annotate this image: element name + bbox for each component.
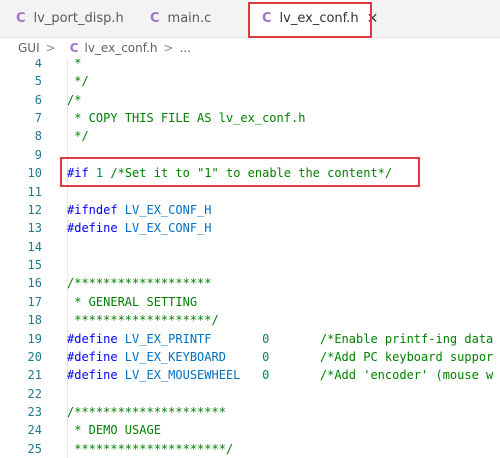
code-token-pre: #define (67, 221, 118, 236)
code-line[interactable]: 20 #define LV_EX_KEYBOARD 0 /*Add PC keyb… (0, 348, 500, 366)
tab-label: lv_port_disp.h (33, 11, 124, 26)
line-code: *********************/ (67, 440, 233, 458)
line-number: 6 (34, 92, 42, 107)
line-number: 15 (27, 258, 42, 273)
line-number: 20 (27, 349, 42, 364)
line-number: 13 (27, 221, 42, 236)
code-line[interactable]: 8 */ (0, 127, 500, 145)
line-number: 11 (27, 184, 42, 199)
c-file-icon: C (16, 11, 26, 26)
breadcrumb-folder[interactable]: GUI (18, 41, 40, 55)
code-token-mac: LV_EX_CONF_H (117, 202, 212, 217)
code-token-comment: /*Enable printf-ing data (269, 331, 494, 346)
code-token-mac: LV_EX_MOUSEWHEEL (117, 368, 263, 383)
code-line[interactable]: 24 * DEMO USAGE (0, 421, 500, 439)
line-number: 17 (27, 294, 42, 309)
code-token-pre: #define (67, 331, 118, 346)
breadcrumb-separator: > (163, 41, 174, 55)
line-number: 23 (27, 405, 42, 420)
code-line[interactable]: 6 /* (0, 91, 500, 109)
breadcrumb-file[interactable]: lv_ex_conf.h (85, 41, 158, 55)
highlight-box-line-10 (60, 157, 420, 187)
line-code: */ (67, 127, 89, 145)
line-number: 5 (34, 74, 42, 89)
code-token-text: * DEMO USAGE (67, 423, 161, 438)
line-code: #define LV_EX_PRINTF 0 /*Enable printf-i… (67, 330, 493, 348)
code-line[interactable]: 13 #define LV_EX_CONF_H (0, 219, 500, 237)
c-file-icon: C (69, 41, 79, 55)
line-number: 10 (27, 166, 42, 181)
line-number: 18 (27, 313, 42, 328)
line-code: #define LV_EX_CONF_H (67, 219, 212, 237)
code-token-text: * (67, 59, 82, 70)
line-number: 7 (34, 111, 42, 126)
code-token-mac: LV_EX_CONF_H (117, 221, 212, 236)
code-token-text: */ (67, 129, 89, 144)
line-code: * (67, 59, 81, 72)
code-line[interactable]: 21 #define LV_EX_MOUSEWHEEL 0 /*Add 'enco… (0, 366, 500, 384)
line-number: 22 (27, 386, 42, 401)
code-token-mac: LV_EX_KEYBOARD (117, 349, 263, 364)
line-number: 16 (27, 276, 42, 291)
line-code: * DEMO USAGE (67, 421, 161, 439)
code-line[interactable]: 19 #define LV_EX_PRINTF 0 /*Enable printf… (0, 330, 500, 348)
line-number: 24 (27, 423, 42, 438)
code-line[interactable]: 7 * COPY THIS FILE AS lv_ex_conf.h (0, 109, 500, 127)
line-code: * COPY THIS FILE AS lv_ex_conf.h (67, 109, 305, 127)
c-file-icon: C (150, 11, 160, 26)
line-code: /******************* (67, 274, 212, 292)
code-token-comment: /*Add 'encoder' (mouse w (269, 368, 494, 383)
code-line[interactable]: 23 /********************* (0, 403, 500, 421)
line-code: /********************* (67, 403, 226, 421)
code-line[interactable]: 17 * GENERAL SETTING (0, 293, 500, 311)
code-token-text: /********************* (67, 405, 226, 420)
line-code: #define LV_EX_MOUSEWHEEL 0 /*Add 'encode… (67, 366, 493, 384)
code-token-text: *******************/ (67, 313, 219, 328)
code-token-text: */ (67, 74, 89, 89)
tab-label: main.c (167, 11, 212, 26)
code-token-text: /* (67, 92, 82, 107)
code-line[interactable]: 18 *******************/ (0, 311, 500, 329)
code-line[interactable]: 4 * (0, 59, 500, 72)
tab-main-c[interactable]: C main.c (140, 0, 248, 37)
tab-lv-port-disp-h[interactable]: C lv_port_disp.h (0, 0, 140, 37)
code-line[interactable]: 22 (0, 385, 500, 403)
breadcrumb-separator: > (45, 41, 56, 55)
code-token-text: /******************* (67, 276, 212, 291)
line-code: *******************/ (67, 311, 219, 329)
code-token-comment: /*Add PC keyboard suppor (269, 349, 494, 364)
breadcrumb: GUI > C lv_ex_conf.h > ... (0, 37, 500, 59)
code-line[interactable]: 12 #ifndef LV_EX_CONF_H (0, 201, 500, 219)
code-token-text: *********************/ (67, 441, 234, 456)
code-line[interactable]: 25 *********************/ (0, 440, 500, 458)
line-number: 25 (27, 441, 42, 456)
code-line[interactable]: 14 (0, 238, 500, 256)
code-token-mac: LV_EX_PRINTF (117, 331, 263, 346)
code-token-pre: #ifndef (67, 202, 118, 217)
line-number: 8 (34, 129, 42, 144)
line-number: 21 (27, 368, 42, 383)
code-editor[interactable]: 4 * 5 */6/* 7 * COPY THIS FILE AS lv_ex_co… (0, 59, 500, 458)
line-code: * GENERAL SETTING (67, 293, 197, 311)
code-token-pre: #define (67, 368, 118, 383)
line-code: */ (67, 72, 89, 90)
line-code: #define LV_EX_KEYBOARD 0 /*Add PC keyboa… (67, 348, 493, 366)
breadcrumb-more[interactable]: ... (180, 41, 191, 55)
code-line[interactable]: 15 (0, 256, 500, 274)
line-number: 19 (27, 331, 42, 346)
code-line[interactable]: 5 */ (0, 72, 500, 90)
line-code: /* (67, 91, 81, 109)
line-code: #ifndef LV_EX_CONF_H (67, 201, 212, 219)
code-line[interactable]: 16 /******************* (0, 274, 500, 292)
code-token-pre: #define (67, 349, 118, 364)
highlight-box-tab (248, 2, 372, 38)
code-token-text: * COPY THIS FILE AS lv_ex_conf.h (67, 111, 306, 126)
line-number: 9 (34, 147, 42, 162)
line-number: 4 (34, 59, 42, 70)
line-number: 12 (27, 202, 42, 217)
line-number: 14 (27, 239, 42, 254)
code-token-text: * GENERAL SETTING (67, 294, 198, 309)
